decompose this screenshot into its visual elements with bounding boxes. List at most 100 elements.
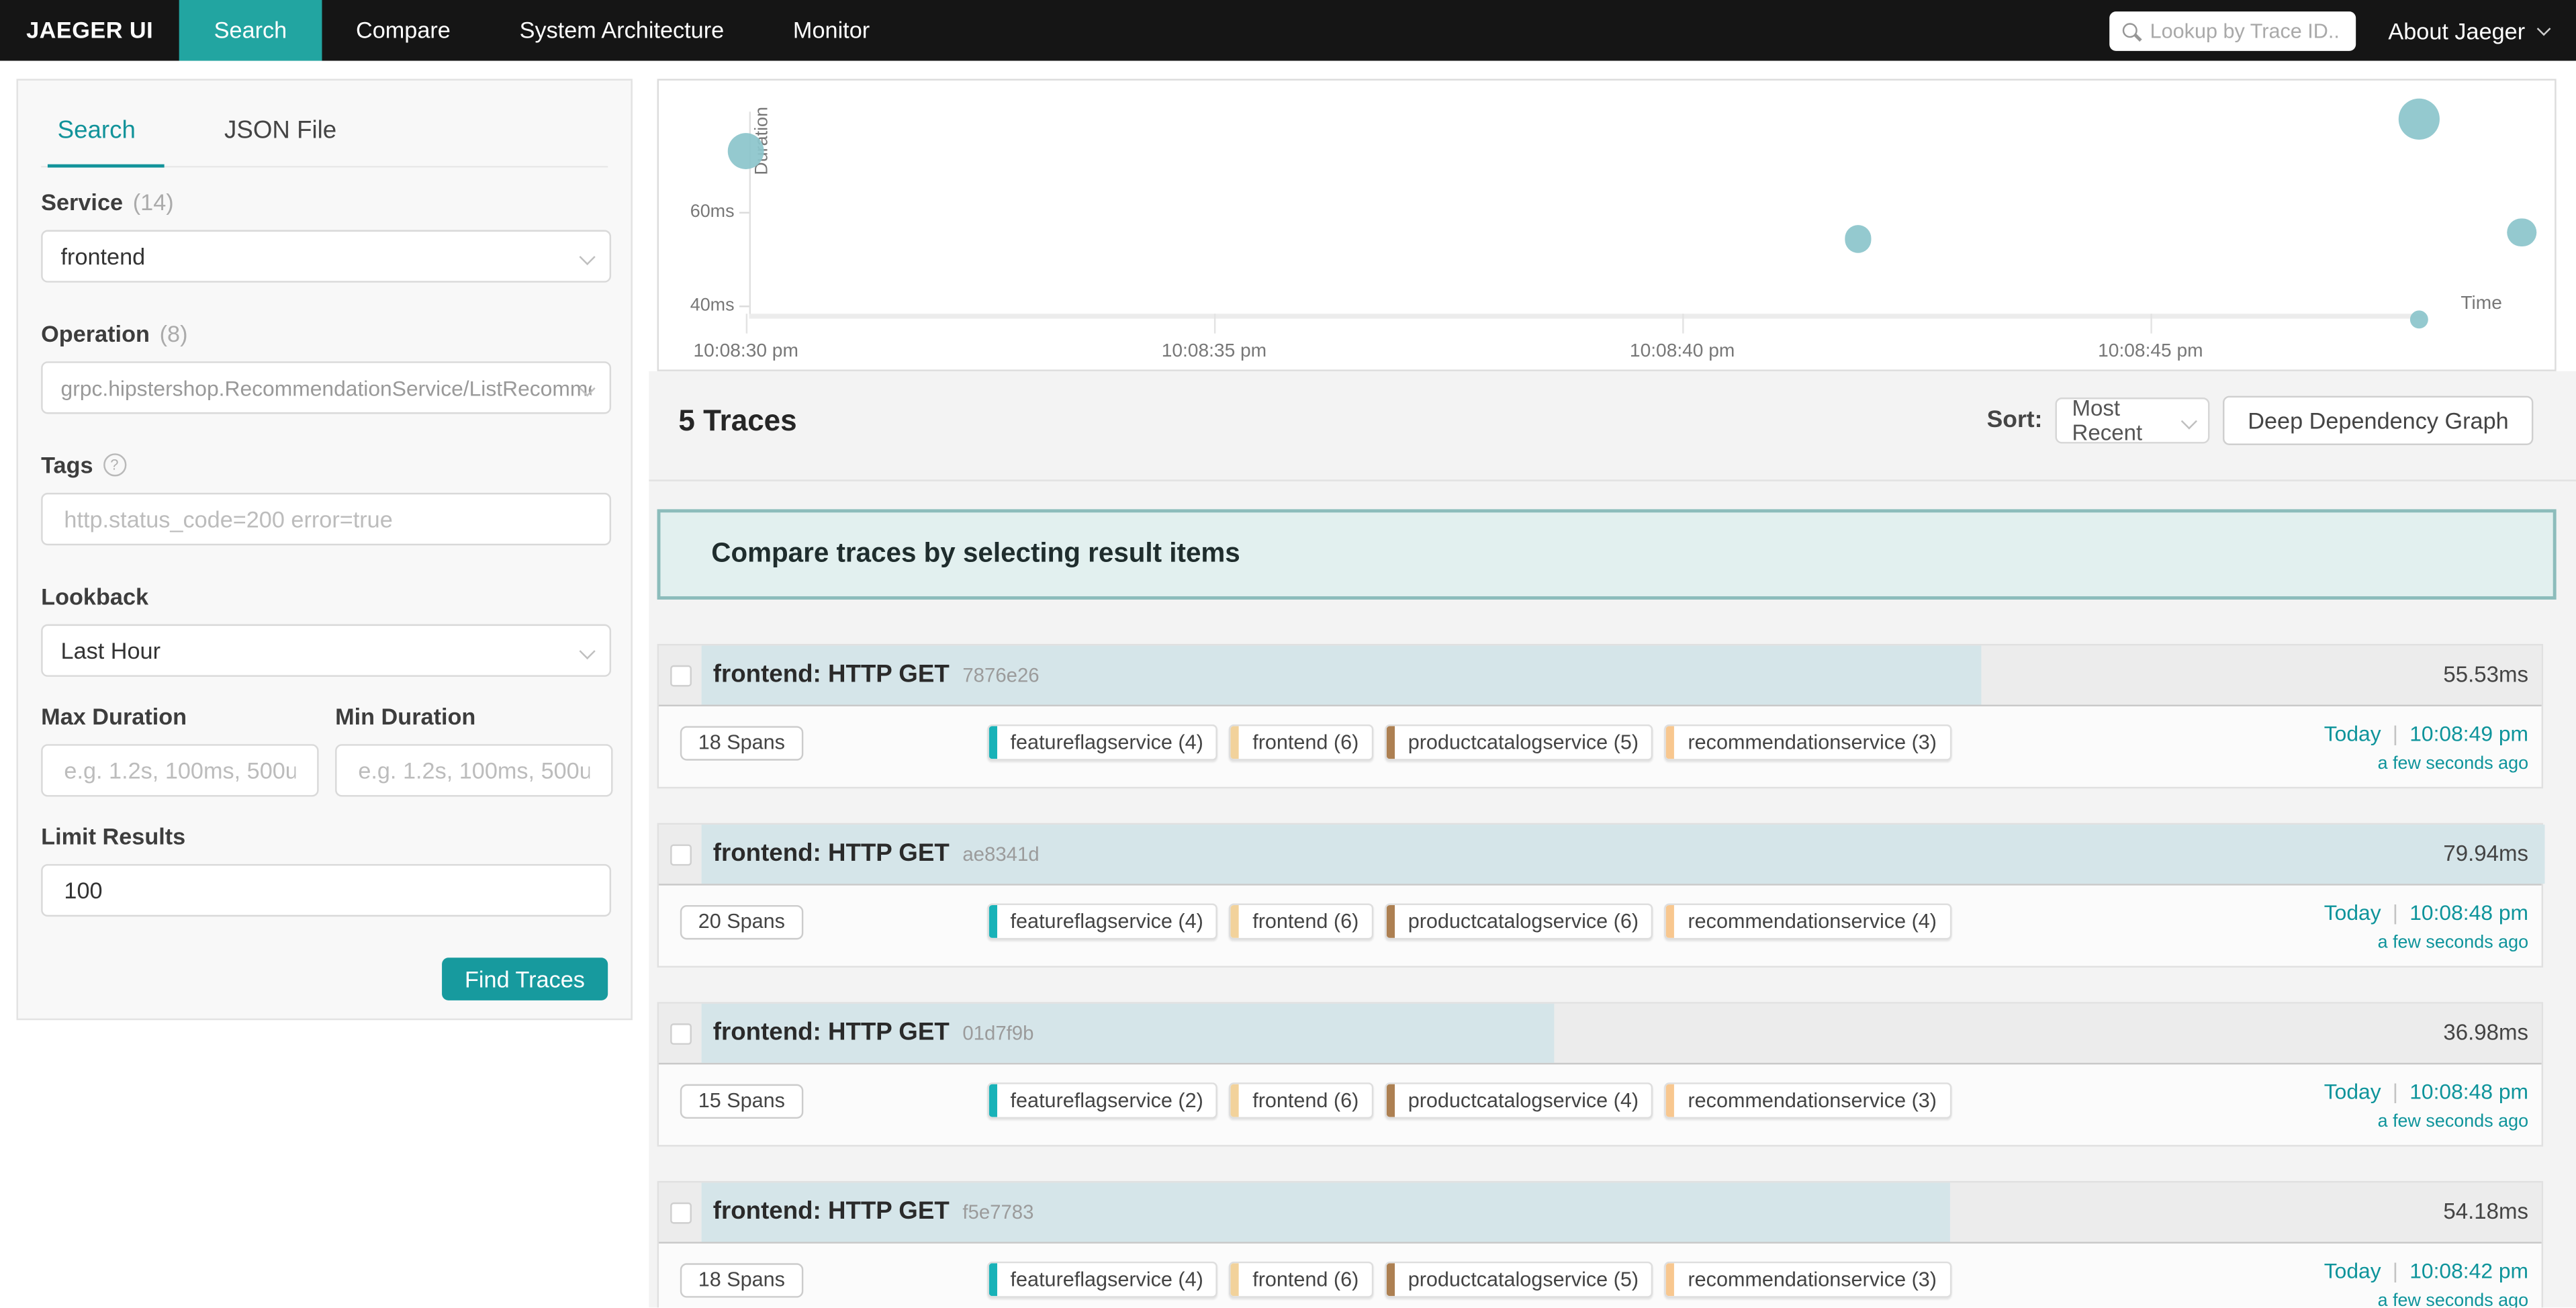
operation-group: Operation (8) grpc.hipstershop.Recommend…	[41, 320, 608, 414]
service-color-swatch	[1667, 1263, 1675, 1296]
limit-results-input[interactable]	[61, 876, 592, 905]
service-tag-label: productcatalogservice (5)	[1395, 726, 1652, 759]
service-tag: recommendationservice (3)	[1665, 725, 1951, 761]
service-tag: featureflagservice (4)	[987, 904, 1218, 940]
trace-time[interactable]: 10:08:42 pm	[2409, 1258, 2528, 1283]
service-tag: productcatalogservice (6)	[1385, 904, 1653, 940]
tags-input[interactable]	[61, 504, 592, 534]
min-duration-label: Min Duration	[335, 703, 475, 729]
service-tag: recommendationservice (4)	[1665, 904, 1951, 940]
deep-dependency-graph-button[interactable]: Deep Dependency Graph	[2223, 396, 2534, 445]
service-tag-row: featureflagservice (4)frontend (6)produc…	[987, 725, 1951, 761]
scatter-point[interactable]	[2508, 219, 2536, 247]
operation-label: Operation	[41, 320, 150, 346]
service-color-swatch	[1387, 1263, 1395, 1296]
trace-day: Today	[2324, 1258, 2381, 1283]
trace-card-header: frontend: HTTP GETae8341d 79.94ms	[659, 825, 2542, 886]
y-tick	[739, 306, 749, 307]
help-icon[interactable]: ?	[103, 453, 126, 476]
trace-duration: 54.18ms	[2443, 1182, 2528, 1242]
scatter-point[interactable]	[2399, 98, 2440, 139]
find-traces-button[interactable]: Find Traces	[442, 957, 608, 1000]
service-label: Service	[41, 189, 123, 215]
divider: |	[2393, 1258, 2398, 1283]
search-icon	[2122, 23, 2137, 38]
sort-select[interactable]: Most Recent	[2056, 398, 2210, 444]
max-duration-input[interactable]	[61, 755, 300, 785]
operation-select[interactable]: grpc.hipstershop.RecommendationService/L…	[41, 361, 611, 414]
tags-inputbox	[41, 493, 611, 545]
nav-right: About Jaeger	[2109, 0, 2576, 61]
lookback-label: Lookback	[41, 583, 148, 609]
trace-title: frontend: HTTP GET	[713, 660, 950, 688]
trace-title: frontend: HTTP GET	[713, 839, 950, 868]
trace-lookup-box[interactable]	[2109, 11, 2355, 50]
duration-group: Max Duration Min Duration	[41, 703, 608, 796]
trace-title: frontend: HTTP GET	[713, 1019, 950, 1047]
app-logo[interactable]: JAEGER UI	[0, 0, 179, 61]
service-color-swatch	[1387, 905, 1395, 938]
span-count-chip: 20 Spans	[680, 905, 803, 939]
service-value: frontend	[61, 243, 592, 269]
scatter-point[interactable]	[1845, 226, 1872, 253]
trace-id: 01d7f9b	[962, 1022, 1033, 1045]
trace-relative-time: a few seconds ago	[2378, 1291, 2528, 1307]
compare-checkbox[interactable]	[670, 844, 692, 866]
trace-time[interactable]: 10:08:48 pm	[2409, 900, 2528, 925]
sidebar-tabs: Search JSON File	[41, 81, 608, 168]
trace-card-body: 18 Spans featureflagservice (4)frontend …	[659, 706, 2542, 787]
nav-item-monitor[interactable]: Monitor	[759, 0, 905, 61]
nav-item-compare[interactable]: Compare	[322, 0, 486, 61]
service-color-swatch	[1231, 905, 1239, 938]
service-select[interactable]: frontend	[41, 230, 611, 282]
compare-checkbox[interactable]	[670, 1023, 692, 1045]
limit-group: Limit Results	[41, 823, 608, 917]
span-count-chip: 15 Spans	[680, 1084, 803, 1119]
trace-id: 7876e26	[962, 663, 1039, 686]
service-color-swatch	[1667, 905, 1675, 938]
lookback-select[interactable]: Last Hour	[41, 624, 611, 677]
trace-card-body: 15 Spans featureflagservice (2) frontend …	[659, 1064, 2542, 1145]
service-count: (14)	[133, 189, 174, 215]
service-tag-label: recommendationservice (4)	[1675, 905, 1950, 938]
about-jaeger-menu[interactable]: About Jaeger	[2388, 17, 2546, 44]
top-nav: JAEGER UI SearchCompareSystem Architectu…	[0, 0, 2576, 61]
max-duration-label: Max Duration	[41, 703, 187, 729]
tab-search[interactable]: Search	[41, 115, 152, 166]
max-duration-inputbox	[41, 744, 318, 796]
tags-group: Tags ?	[41, 452, 608, 545]
trace-result-card[interactable]: frontend: HTTP GET01d7f9b 36.98ms 15 Spa…	[657, 1002, 2543, 1146]
trace-lookup-input[interactable]	[2147, 17, 2342, 44]
sort-label: Sort:	[1987, 408, 2043, 434]
search-sidebar: Search JSON File Service (14) frontend O…	[16, 79, 632, 1020]
lookback-group: Lookback Last Hour	[41, 583, 608, 676]
service-tag-label: featureflagservice (4)	[997, 905, 1216, 938]
min-duration-input[interactable]	[355, 755, 593, 785]
compare-checkbox[interactable]	[670, 665, 692, 687]
duration-scatter-chart: Duration 60ms 40ms 10:08:30 pm10:08:35 p…	[657, 79, 2557, 371]
tab-json-file[interactable]: JSON File	[208, 115, 353, 166]
trace-time[interactable]: 10:08:49 pm	[2409, 721, 2528, 746]
trace-result-card[interactable]: frontend: HTTP GETf5e7783 54.18ms 18 Spa…	[657, 1181, 2543, 1307]
service-tag: featureflagservice (2)	[987, 1082, 1218, 1119]
nav-item-search[interactable]: Search	[179, 0, 321, 61]
service-tag-label: frontend (6)	[1240, 1084, 1372, 1117]
trace-relative-time: a few seconds ago	[2378, 754, 2528, 774]
scatter-point[interactable]	[2409, 310, 2428, 329]
trace-result-card[interactable]: frontend: HTTP GET7876e26 55.53ms 18 Spa…	[657, 644, 2543, 788]
service-tag-label: frontend (6)	[1240, 726, 1372, 759]
chevron-down-icon	[2537, 21, 2551, 35]
trace-result-card[interactable]: frontend: HTTP GETae8341d 79.94ms 20 Spa…	[657, 823, 2543, 968]
trace-card-body: 20 Spans featureflagservice (4)frontend …	[659, 886, 2542, 966]
service-tag: featureflagservice (4)	[987, 1262, 1218, 1298]
nav-item-system-architecture[interactable]: System Architecture	[485, 0, 758, 61]
trace-id: ae8341d	[962, 843, 1039, 866]
limit-inputbox	[41, 864, 611, 917]
trace-card-header: frontend: HTTP GET01d7f9b 36.98ms	[659, 1004, 2542, 1065]
compare-checkbox[interactable]	[670, 1203, 692, 1224]
x-axis-tick-label: 10:08:30 pm	[693, 342, 798, 361]
y-tick-label: 40ms	[662, 295, 735, 315]
y-tick-label: 60ms	[662, 202, 735, 222]
trace-time[interactable]: 10:08:48 pm	[2409, 1079, 2528, 1104]
sort-value: Most Recent	[2072, 396, 2193, 445]
